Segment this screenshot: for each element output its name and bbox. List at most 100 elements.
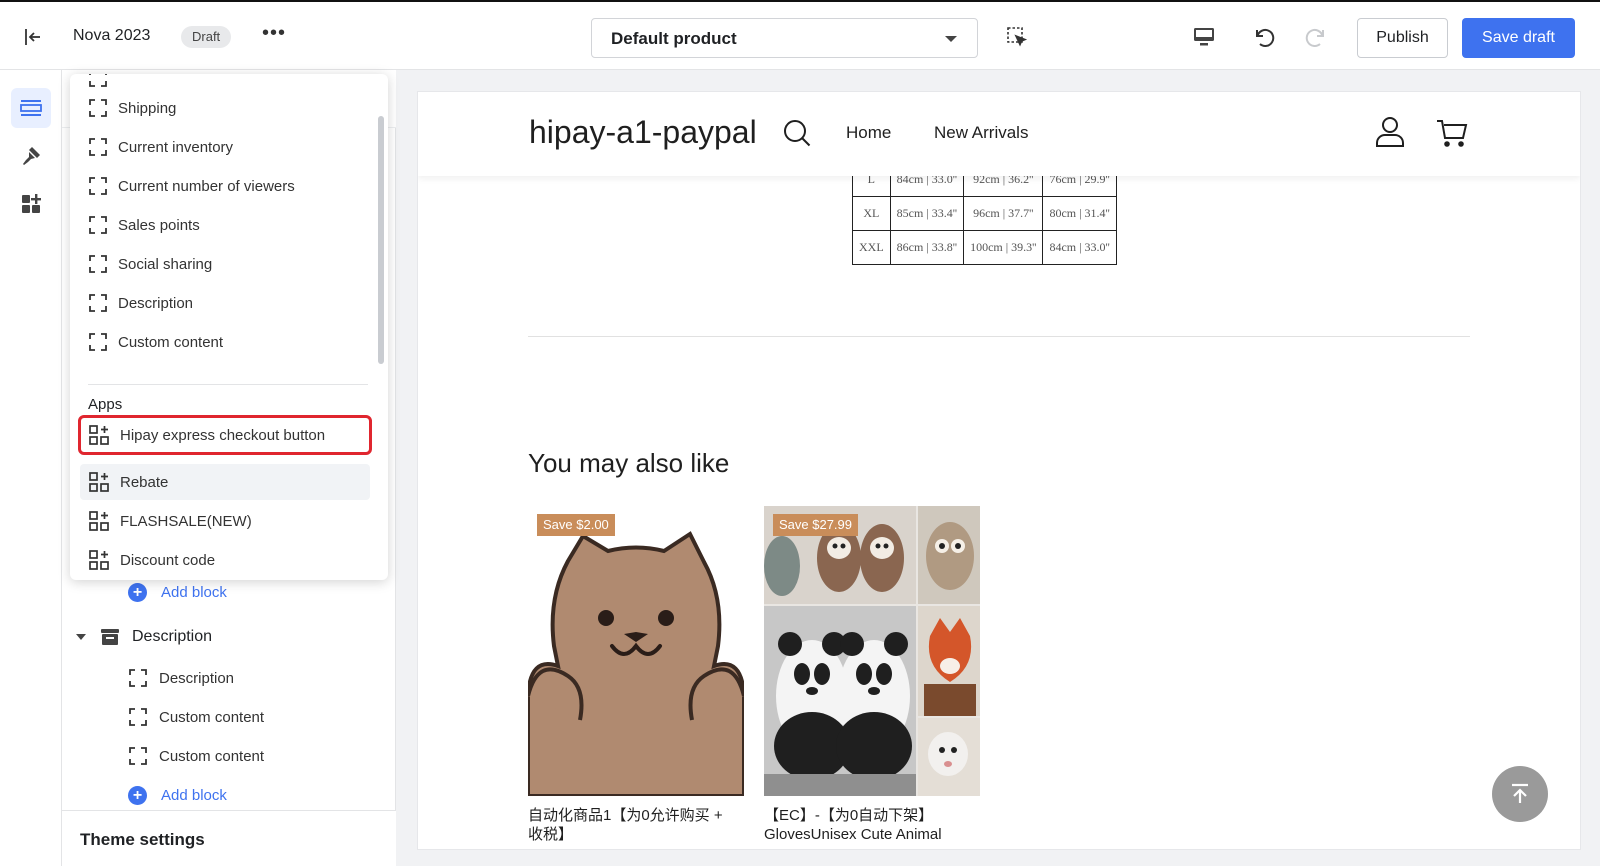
- app-option-label: Hipay express checkout button: [120, 426, 326, 444]
- product-card[interactable]: Save $27.99 【EC】-【为0自动下架】 GlovesUnisex C…: [764, 506, 980, 844]
- table-cell: 80cm | 31.4'': [1042, 196, 1117, 231]
- app-block-icon: [89, 550, 109, 570]
- block-row[interactable]: Custom content: [128, 744, 264, 768]
- store-header: hipay-a1-paypal Home New Arrivals: [418, 92, 1580, 176]
- sale-badge: Save $2.00: [537, 514, 615, 536]
- store-logo[interactable]: hipay-a1-paypal: [529, 114, 757, 151]
- sections-icon[interactable]: [11, 88, 51, 128]
- table-cell: XL: [852, 196, 891, 231]
- block-row[interactable]: Description: [128, 666, 234, 690]
- product-image[interactable]: Save $2.00: [528, 506, 744, 796]
- app-option-rebate[interactable]: Rebate: [80, 464, 370, 500]
- more-options-icon[interactable]: •••: [262, 22, 286, 44]
- plus-icon: +: [128, 582, 147, 602]
- block-icon: [89, 99, 107, 117]
- add-block-label: Add block: [161, 786, 227, 804]
- app-option-discount-code[interactable]: Discount code: [80, 542, 370, 578]
- product-title[interactable]: 自动化商品1【为0允许购买 + 收税】: [528, 806, 744, 844]
- app-option-label: FLASHSALE(NEW): [120, 512, 252, 530]
- block-option-label: Description: [118, 294, 194, 312]
- store-name: Nova 2023: [73, 27, 151, 44]
- size-chart-table: L 84cm | 33.0'' 92cm | 36.2'' 76cm | 29.…: [852, 162, 1117, 265]
- back-to-top-button[interactable]: [1492, 766, 1548, 822]
- exit-icon[interactable]: [22, 26, 44, 48]
- block-option-current-inventory[interactable]: Current inventory: [80, 129, 370, 165]
- app-option-flashsale[interactable]: FLASHSALE(NEW): [80, 503, 370, 539]
- app-option-hipay-express-checkout[interactable]: Hipay express checkout button: [78, 415, 372, 455]
- divider: [88, 384, 368, 385]
- block-option-shipping[interactable]: Shipping: [80, 90, 370, 126]
- add-block-label: Add block: [161, 583, 227, 601]
- theme-settings-label: Theme settings: [80, 830, 205, 849]
- gloves-collage-image: [764, 506, 980, 796]
- section-icon: [101, 629, 119, 645]
- redo-icon[interactable]: [1304, 24, 1330, 50]
- arrow-up-icon: [1512, 783, 1528, 803]
- block-icon: [129, 708, 147, 726]
- block-icon: [89, 74, 107, 87]
- table-cell: XXL: [852, 230, 891, 265]
- block-option-label: Shipping: [118, 99, 177, 117]
- block-label: Description: [159, 669, 235, 687]
- block-row[interactable]: Custom content: [128, 705, 264, 729]
- add-block-popover: Shipping Current inventory Current numbe…: [70, 74, 388, 580]
- icon-rail: [0, 70, 62, 866]
- section-title: Description: [132, 628, 213, 645]
- product-title-line: 【EC】-【为0自动下架】: [764, 807, 934, 824]
- apps-heading: Apps: [88, 396, 123, 413]
- template-select[interactable]: Default product: [591, 18, 978, 58]
- table-cell: 84cm | 33.0'': [1042, 230, 1117, 265]
- block-option-social-sharing[interactable]: Social sharing: [80, 246, 370, 282]
- scrollbar[interactable]: [378, 116, 384, 364]
- app-option-label: Discount code: [120, 551, 216, 569]
- table-cell: 86cm | 33.8'': [889, 230, 965, 265]
- nav-link-new-arrivals[interactable]: New Arrivals: [934, 123, 1028, 143]
- product-image[interactable]: Save $27.99: [764, 506, 980, 796]
- block-icon: [89, 255, 107, 273]
- nav-link-home[interactable]: Home: [846, 123, 891, 143]
- publish-button[interactable]: Publish: [1357, 18, 1448, 58]
- save-draft-button[interactable]: Save draft: [1462, 18, 1575, 58]
- table-row: XXL 86cm | 33.8'' 100cm | 39.3'' 84cm | …: [852, 230, 1117, 265]
- undo-icon[interactable]: [1250, 24, 1276, 50]
- template-select-value: Default product: [611, 29, 737, 48]
- chevron-down-icon[interactable]: [76, 634, 86, 640]
- inspector-icon[interactable]: [1006, 26, 1028, 48]
- app-option-label: Rebate: [120, 473, 169, 491]
- preview-canvas: hipay-a1-paypal Home New Arrivals L 84cm…: [418, 92, 1580, 849]
- divider: [528, 336, 1470, 337]
- block-option-custom-content[interactable]: Custom content: [80, 324, 370, 360]
- block-icon: [89, 177, 107, 195]
- block-option-current-viewers[interactable]: Current number of viewers: [80, 168, 370, 204]
- block-option-label: Custom content: [118, 333, 224, 351]
- product-title[interactable]: 【EC】-【为0自动下架】 GlovesUnisex Cute Animal: [764, 806, 980, 844]
- plus-icon: +: [128, 785, 147, 805]
- desktop-view-icon[interactable]: [1192, 26, 1216, 48]
- account-icon[interactable]: [1375, 116, 1405, 148]
- block-option-label: Sales points: [118, 216, 200, 234]
- product-card[interactable]: Save $2.00 自动化商品1【为0允许购买 + 收税】: [528, 506, 744, 844]
- add-block-button[interactable]: + Add block: [128, 580, 227, 604]
- block-option-sales-points[interactable]: Sales points: [80, 207, 370, 243]
- section-description[interactable]: Description: [76, 624, 212, 650]
- app-block-icon: [89, 472, 109, 492]
- apps-icon[interactable]: [11, 184, 51, 224]
- status-badge: Draft: [181, 26, 232, 48]
- block-icon: [129, 669, 147, 687]
- search-icon[interactable]: [782, 118, 812, 148]
- app-block-icon: [89, 511, 109, 531]
- top-bar: Nova 2023 Draft ••• Default product Publ…: [0, 0, 1600, 70]
- theme-settings-button[interactable]: Theme settings: [62, 810, 396, 866]
- block-label: Custom content: [159, 708, 265, 726]
- table-cell: 96cm | 37.7'': [963, 196, 1044, 231]
- block-option-label: Current number of viewers: [118, 177, 295, 195]
- cart-icon[interactable]: [1436, 116, 1468, 148]
- table-row: XL 85cm | 33.4'' 96cm | 37.7'' 80cm | 31…: [852, 196, 1117, 231]
- block-option-label: Social sharing: [118, 255, 213, 273]
- theme-style-icon[interactable]: [11, 136, 51, 176]
- chevron-down-icon: [945, 36, 957, 42]
- add-block-button[interactable]: + Add block: [128, 783, 227, 807]
- sale-badge: Save $27.99: [773, 514, 859, 536]
- table-cell: 100cm | 39.3'': [963, 230, 1044, 265]
- block-option-description[interactable]: Description: [80, 285, 370, 321]
